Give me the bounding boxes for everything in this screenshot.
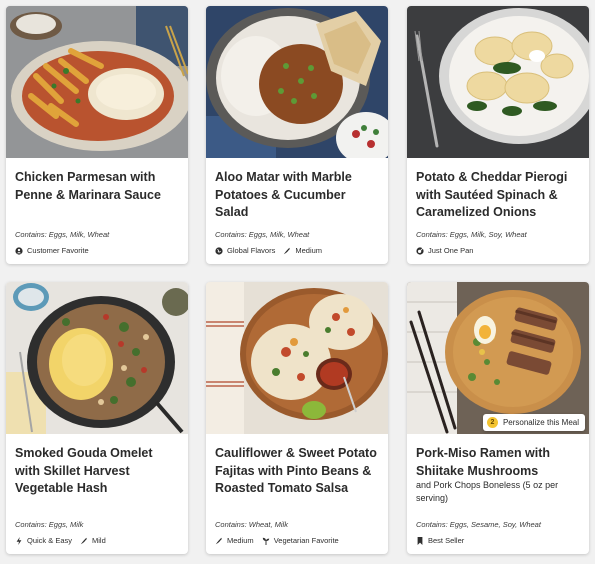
tag-label: Quick & Easy (27, 536, 73, 545)
meal-image[interactable] (206, 6, 388, 158)
meal-title[interactable]: Potato & Cheddar Pierogi with Sautéed Sp… (416, 169, 581, 222)
allergen-info: Contains: Eggs, Milk, Soy, Wheat (416, 230, 527, 239)
allergen-info: Contains: Eggs, Milk, Wheat (15, 230, 110, 239)
allergen-info: Contains: Eggs, Milk (15, 520, 84, 529)
personalize-meal-button[interactable]: 2 Personalize this Meal (482, 414, 585, 431)
tag-list: Quick & Easy Mild (15, 536, 180, 545)
tag: Quick & Easy (15, 536, 72, 545)
tag: Best Seller (416, 536, 464, 545)
chili-icon (80, 537, 87, 544)
allergen-info: Contains: Eggs, Sesame, Soy, Wheat (416, 520, 541, 529)
quantity-badge: 2 (486, 417, 498, 428)
personalize-label: Personalize this Meal (502, 418, 579, 427)
meal-image[interactable] (407, 6, 589, 158)
tag-label: Customer Favorite (27, 246, 89, 255)
tag-label: Medium (227, 536, 254, 545)
meal-title[interactable]: Aloo Matar with Marble Potatoes & Cucumb… (215, 169, 380, 222)
meal-title[interactable]: Smoked Gouda Omelet with Skillet Harvest… (15, 445, 180, 498)
tag-label: Global Flavors (227, 246, 276, 255)
tag-list: Global Flavors Medium (215, 246, 380, 255)
tag: Medium (283, 246, 322, 255)
meal-image[interactable] (407, 282, 589, 434)
meal-card[interactable]: Smoked Gouda Omelet with Skillet Harvest… (6, 282, 188, 554)
tag-list: Medium Vegetarian Favorite (215, 536, 380, 545)
tag-list: Best Seller (416, 536, 581, 545)
meal-image[interactable] (206, 282, 388, 434)
chili-icon (215, 537, 222, 544)
meal-subtitle: and Pork Chops Boneless (5 oz per servin… (416, 480, 559, 503)
tag-label: Best Seller (428, 536, 465, 545)
meal-title[interactable]: Pork-Miso Ramen with Shiitake Mushrooms (416, 445, 581, 480)
tag: Customer Favorite (15, 246, 89, 255)
tag: Global Flavors (215, 246, 275, 255)
tag: Mild (80, 536, 106, 545)
tag-label: Just One Pan (428, 246, 474, 255)
tag-label: Vegetarian Favorite (273, 536, 339, 545)
tag: Just One Pan (416, 246, 473, 255)
allergen-info: Contains: Wheat, Milk (215, 520, 288, 529)
sprout-icon (262, 537, 269, 545)
meal-title[interactable]: Chicken Parmesan with Penne & Marinara S… (15, 169, 180, 204)
meal-card[interactable]: Cauliflower & Sweet Potato Fajitas with … (206, 282, 388, 554)
bookmark-icon (417, 536, 423, 545)
meal-image[interactable] (6, 6, 188, 158)
meal-card[interactable]: 2 Personalize this Meal Pork-Miso Ramen … (407, 282, 589, 554)
pan-icon (416, 246, 424, 255)
chili-icon (284, 247, 291, 254)
tag-list: Customer Favorite (15, 246, 180, 255)
meal-grid: Chicken Parmesan with Penne & Marinara S… (0, 0, 595, 564)
meal-image[interactable] (6, 282, 188, 434)
meal-title[interactable]: Cauliflower & Sweet Potato Fajitas with … (215, 445, 380, 498)
meal-card[interactable]: Potato & Cheddar Pierogi with Sautéed Sp… (407, 6, 589, 264)
tag-list: Just One Pan (416, 246, 581, 255)
allergen-info: Contains: Eggs, Milk, Wheat (215, 230, 310, 239)
tag-label: Medium (295, 246, 323, 255)
meal-card[interactable]: Chicken Parmesan with Penne & Marinara S… (6, 6, 188, 264)
lightning-icon (16, 536, 22, 545)
tag: Vegetarian Favorite (262, 536, 339, 545)
tag-label: Mild (92, 536, 106, 545)
globe-icon (215, 246, 223, 255)
meal-card[interactable]: Aloo Matar with Marble Potatoes & Cucumb… (206, 6, 388, 264)
tag: Medium (215, 536, 254, 545)
person-icon (15, 246, 23, 255)
